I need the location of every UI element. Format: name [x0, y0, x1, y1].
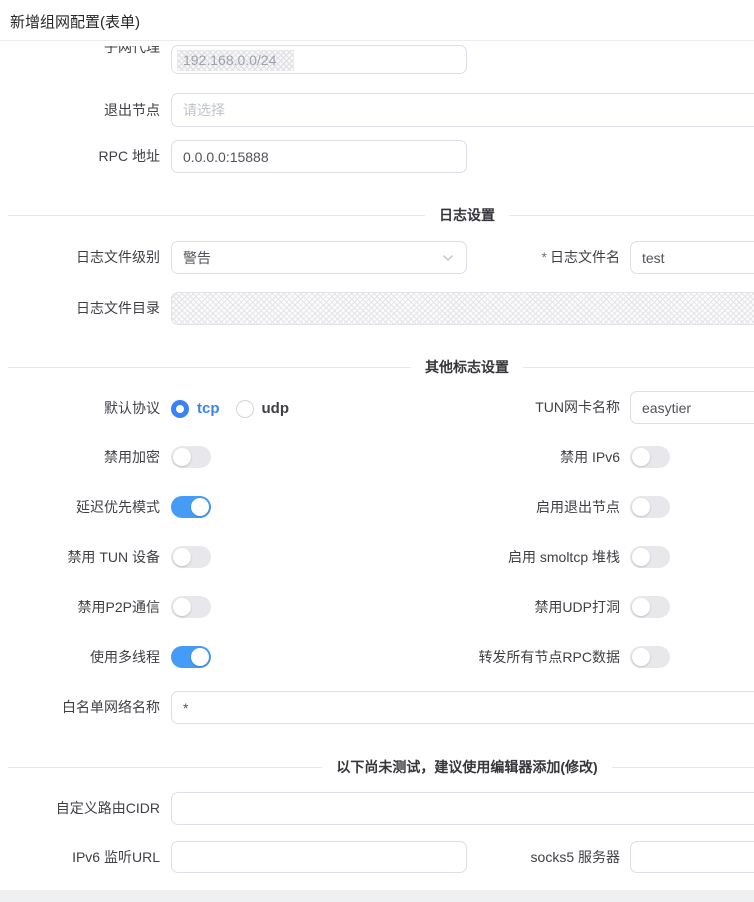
page-title: 新增组网配置(表单) [10, 14, 140, 31]
toggle-knob [173, 598, 191, 616]
toggle-knob [173, 548, 191, 566]
field-label-routes: 自定义路由CIDR [55, 800, 160, 816]
field-label-relay-all-rpc: 转发所有节点RPC数据 [478, 649, 620, 665]
field-label-exit-node: 退出节点 [104, 102, 160, 118]
required-asterisk: * [541, 249, 547, 265]
divider-line [523, 366, 754, 368]
exit-node-input[interactable] [171, 93, 754, 127]
field-label-multi-thread: 使用多线程 [90, 649, 160, 665]
section-title-flags: 其他标志设置 [425, 359, 509, 375]
rpc-addr-input[interactable] [171, 140, 467, 173]
tun-name-input[interactable] [630, 391, 754, 424]
toggle-knob [632, 648, 650, 666]
toggle-knob [173, 448, 191, 466]
section-divider-log: 日志设置 [8, 205, 754, 225]
toggle-disable-udp-hole-punching[interactable] [630, 596, 670, 618]
toggle-multi-thread[interactable] [171, 646, 211, 668]
log-dir-input [171, 292, 754, 325]
network-config-form-page: 新增组网配置(表单) 子网代理 192.168.0.0/24 退出节点 RPC … [0, 0, 754, 902]
field-label-socks5: socks5 服务器 [530, 849, 620, 865]
section-title-untested: 以下尚未测试，建议使用编辑器添加(修改) [336, 759, 598, 775]
toggle-disable-encryption[interactable] [171, 446, 211, 468]
toggle-disable-p2p[interactable] [171, 596, 211, 618]
field-label-disable-p2p: 禁用P2P通信 [77, 599, 160, 615]
radio-icon [235, 399, 254, 418]
toggle-latency-first[interactable] [171, 496, 211, 518]
toggle-knob [632, 598, 650, 616]
field-label-tun-name: TUN网卡名称 [535, 399, 620, 415]
whitelist-input[interactable] [171, 691, 754, 724]
protocol-radio-group: tcp udp [171, 392, 305, 425]
field-label-protocol: 默认协议 [104, 400, 160, 416]
field-label-latency-first: 延迟优先模式 [76, 499, 160, 515]
toggle-knob [632, 448, 650, 466]
field-label-rpc-addr: RPC 地址 [98, 148, 160, 164]
radio-option-tcp[interactable]: tcp [171, 399, 220, 418]
radio-option-label: tcp [197, 400, 220, 417]
field-label-log-file: * 日志文件名 [541, 249, 620, 265]
radio-option-udp[interactable]: udp [235, 399, 290, 418]
field-label-enable-smoltcp: 启用 smoltcp 堆栈 [507, 549, 620, 565]
section-divider-flags: 其他标志设置 [8, 357, 754, 377]
socks5-input[interactable] [630, 841, 754, 873]
field-label-disable-tun: 禁用 TUN 设备 [67, 549, 160, 565]
toggle-knob [191, 498, 209, 516]
toggle-knob [632, 548, 650, 566]
log-file-input[interactable] [630, 241, 754, 274]
toggle-disable-tun[interactable] [171, 546, 211, 568]
log-level-selected-value: 警告 [183, 249, 211, 266]
toggle-knob [632, 498, 650, 516]
divider-line [8, 766, 323, 768]
field-label-log-level: 日志文件级别 [76, 249, 160, 265]
horizontal-scrollbar[interactable] [0, 890, 754, 902]
toggle-relay-all-rpc[interactable] [630, 646, 670, 668]
toggle-knob [191, 648, 209, 666]
routes-input[interactable] [171, 792, 754, 825]
field-label-log-dir: 日志文件目录 [76, 300, 160, 316]
field-label-disable-udp-hole-punching: 禁用UDP打洞 [534, 599, 620, 615]
section-title-log: 日志设置 [439, 207, 495, 223]
field-label-ipv6-listener: IPv6 监听URL [72, 849, 160, 865]
field-label-enable-exit-node: 启用退出节点 [536, 499, 620, 515]
divider-line [8, 214, 425, 216]
radio-icon [171, 399, 189, 418]
toggle-enable-smoltcp[interactable] [630, 546, 670, 568]
field-label-disable-encryption: 禁用加密 [104, 449, 160, 465]
divider-line [611, 766, 754, 768]
divider-line [8, 366, 411, 368]
radio-option-label: udp [261, 400, 290, 417]
toggle-disable-ipv6[interactable] [630, 446, 670, 468]
subnet-proxy-input: 192.168.0.0/24 [171, 45, 467, 74]
divider-line [509, 214, 754, 216]
section-divider-untested: 以下尚未测试，建议使用编辑器添加(修改) [8, 757, 754, 777]
page-header: 新增组网配置(表单) [0, 0, 754, 41]
field-label-subnet-proxy: 子网代理 [104, 46, 160, 55]
field-label-whitelist: 白名单网络名称 [62, 699, 160, 715]
disabled-value-chip: 192.168.0.0/24 [177, 50, 294, 71]
field-label-disable-ipv6: 禁用 IPv6 [560, 449, 620, 465]
toggle-enable-exit-node[interactable] [630, 496, 670, 518]
